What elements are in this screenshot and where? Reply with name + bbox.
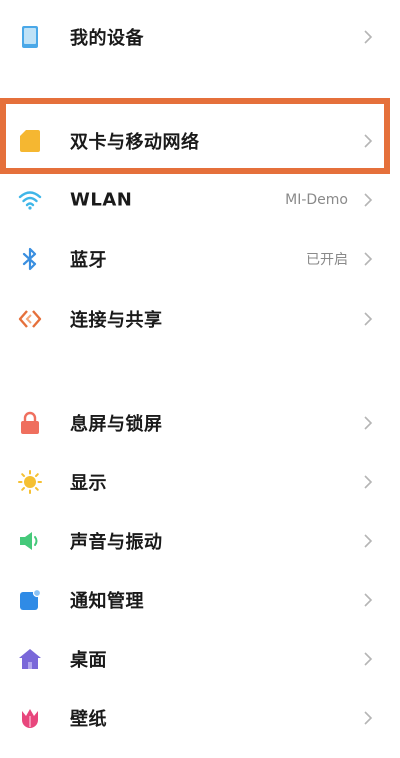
chevron-right-icon bbox=[364, 312, 373, 326]
device-icon bbox=[18, 25, 42, 49]
settings-item-lock-screen[interactable]: 息屏与锁屏 bbox=[0, 394, 400, 452]
settings-item-label: 我的设备 bbox=[70, 28, 144, 49]
notification-icon bbox=[18, 588, 42, 612]
chevron-right-icon bbox=[364, 252, 373, 266]
settings-item-label: 声音与振动 bbox=[70, 532, 163, 553]
wallpaper-icon bbox=[18, 706, 42, 730]
settings-item-label: 桌面 bbox=[70, 650, 107, 671]
chevron-right-icon bbox=[364, 30, 373, 44]
settings-item-bluetooth[interactable]: 蓝牙 已开启 bbox=[0, 230, 400, 288]
settings-item-notifications[interactable]: 通知管理 bbox=[0, 571, 400, 629]
lock-icon bbox=[18, 411, 42, 435]
wifi-network-name: MI-Demo bbox=[285, 192, 348, 208]
chevron-right-icon bbox=[364, 652, 373, 666]
chevron-right-icon bbox=[364, 593, 373, 607]
settings-item-label: 息屏与锁屏 bbox=[70, 414, 163, 435]
settings-item-connection-sharing[interactable]: 连接与共享 bbox=[0, 290, 400, 348]
settings-item-label: 双卡与移动网络 bbox=[70, 132, 200, 153]
chevron-right-icon bbox=[364, 475, 373, 489]
brightness-icon bbox=[18, 470, 42, 494]
settings-item-wallpaper[interactable]: 壁纸 bbox=[0, 689, 400, 747]
settings-item-label: 连接与共享 bbox=[70, 310, 163, 331]
settings-item-label: 蓝牙 bbox=[70, 250, 107, 271]
bluetooth-status: 已开启 bbox=[306, 252, 348, 268]
wifi-icon bbox=[18, 188, 42, 212]
settings-item-label: 壁纸 bbox=[70, 709, 107, 730]
chevron-right-icon bbox=[364, 193, 373, 207]
sound-icon bbox=[18, 529, 42, 553]
sim-card-icon bbox=[18, 129, 42, 153]
settings-item-label: 通知管理 bbox=[70, 591, 144, 612]
home-icon bbox=[18, 647, 42, 671]
chevron-right-icon bbox=[364, 416, 373, 430]
settings-item-sound-vibration[interactable]: 声音与振动 bbox=[0, 512, 400, 570]
settings-item-home-screen[interactable]: 桌面 bbox=[0, 630, 400, 688]
share-icon bbox=[18, 307, 42, 331]
settings-item-my-device[interactable]: 我的设备 bbox=[0, 8, 400, 66]
settings-item-wlan[interactable]: WLAN MI-Demo bbox=[0, 171, 400, 229]
bluetooth-icon bbox=[18, 247, 42, 271]
settings-item-label: 显示 bbox=[70, 473, 107, 494]
settings-item-dual-sim[interactable]: 双卡与移动网络 bbox=[0, 112, 400, 170]
chevron-right-icon bbox=[364, 134, 373, 148]
settings-item-label: WLAN bbox=[70, 189, 133, 211]
chevron-right-icon bbox=[364, 711, 373, 725]
chevron-right-icon bbox=[364, 534, 373, 548]
settings-item-display[interactable]: 显示 bbox=[0, 453, 400, 511]
